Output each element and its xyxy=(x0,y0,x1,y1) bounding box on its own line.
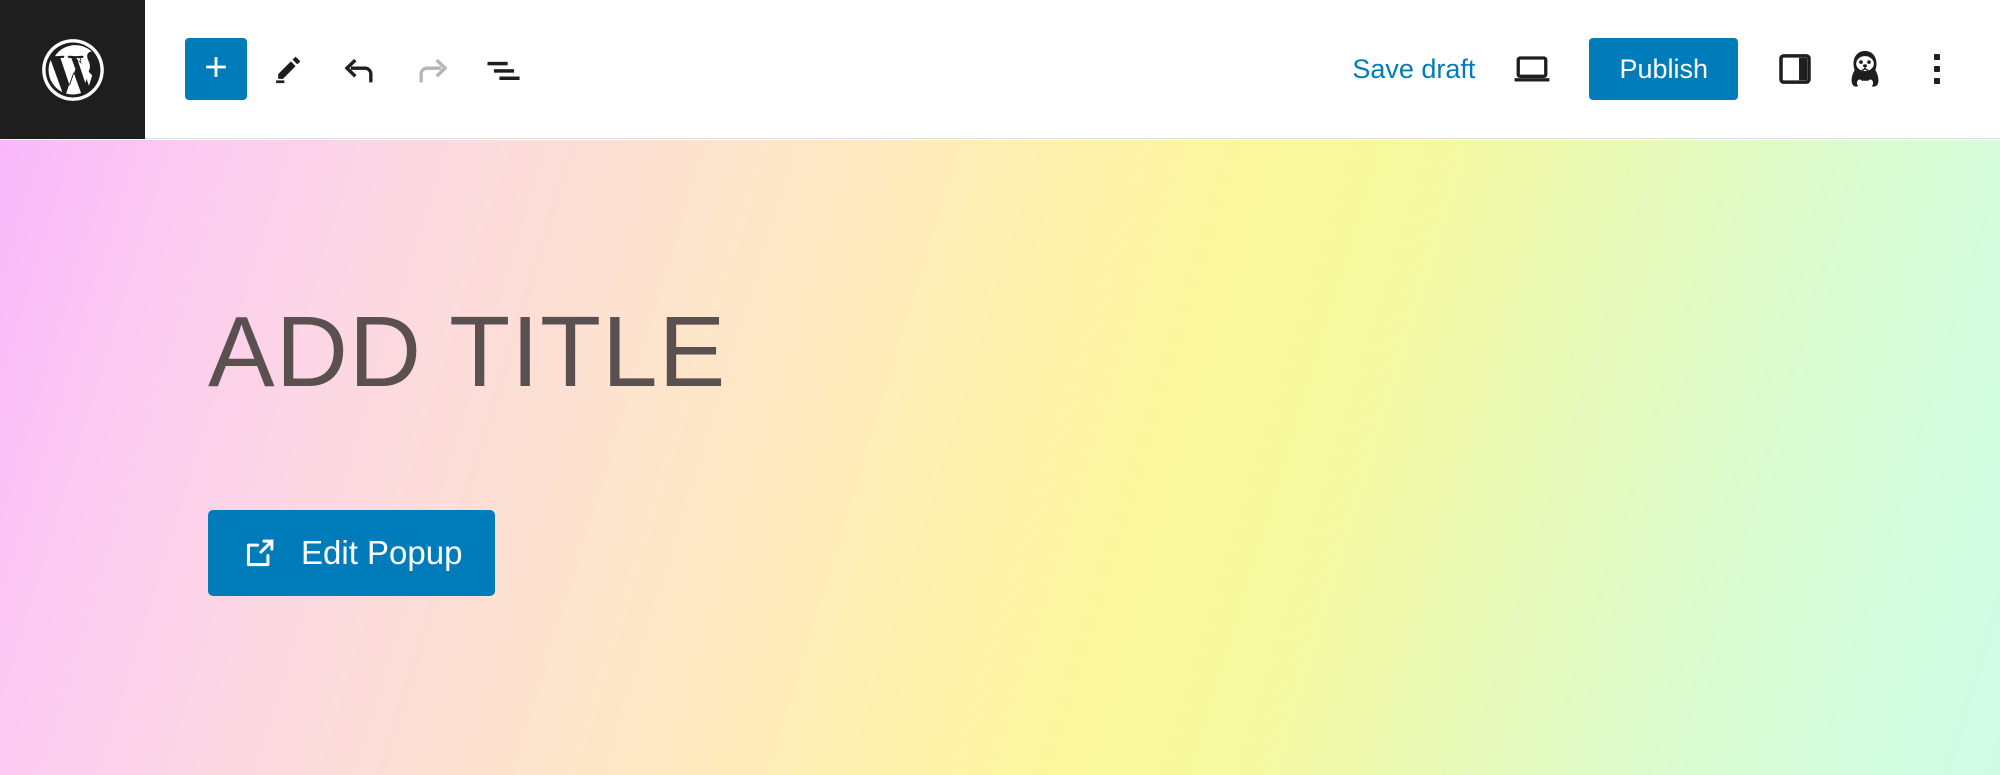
list-view-button[interactable] xyxy=(473,38,535,100)
edit-popup-button-label: Edit Popup xyxy=(301,534,463,571)
header-left-tools xyxy=(145,0,535,138)
redo-button[interactable] xyxy=(401,38,463,100)
preview-button[interactable] xyxy=(1501,38,1563,100)
sidebar-panel-icon xyxy=(1774,48,1816,90)
tools-pencil-button[interactable] xyxy=(257,38,319,100)
vertical-ellipsis-icon xyxy=(1934,54,1940,60)
vertical-ellipsis-icon xyxy=(1934,78,1940,84)
undo-arrow-icon xyxy=(340,49,380,89)
settings-sidebar-toggle-button[interactable] xyxy=(1764,38,1826,100)
undo-button[interactable] xyxy=(329,38,391,100)
editor-root: Save draft Publish ADD TITLE Edit Popup xyxy=(0,0,2000,775)
external-link-icon xyxy=(241,534,279,572)
more-options-button[interactable] xyxy=(1914,38,1960,100)
editor-canvas: ADD TITLE Edit Popup xyxy=(0,140,2000,775)
header-spacer xyxy=(535,0,1334,138)
laptop-icon xyxy=(1510,47,1554,91)
post-title-input[interactable]: ADD TITLE xyxy=(208,302,726,402)
add-block-inserter-button[interactable] xyxy=(185,38,247,100)
plus-icon xyxy=(199,50,233,89)
edit-popup-button[interactable]: Edit Popup xyxy=(208,510,496,596)
popup-maker-mascot-button[interactable] xyxy=(1834,38,1896,100)
pencil-icon xyxy=(269,50,307,88)
redo-arrow-icon xyxy=(412,49,452,89)
save-draft-button[interactable]: Save draft xyxy=(1334,44,1493,95)
wordpress-logo-button[interactable] xyxy=(0,0,145,139)
panda-mascot-icon xyxy=(1842,46,1888,92)
wordpress-logo-icon xyxy=(36,33,110,107)
editor-header: Save draft Publish xyxy=(0,0,2000,139)
header-right-tools: Save draft Publish xyxy=(1334,0,2000,138)
list-view-icon xyxy=(482,47,526,91)
publish-button[interactable]: Publish xyxy=(1589,38,1738,100)
vertical-ellipsis-icon xyxy=(1934,66,1940,72)
